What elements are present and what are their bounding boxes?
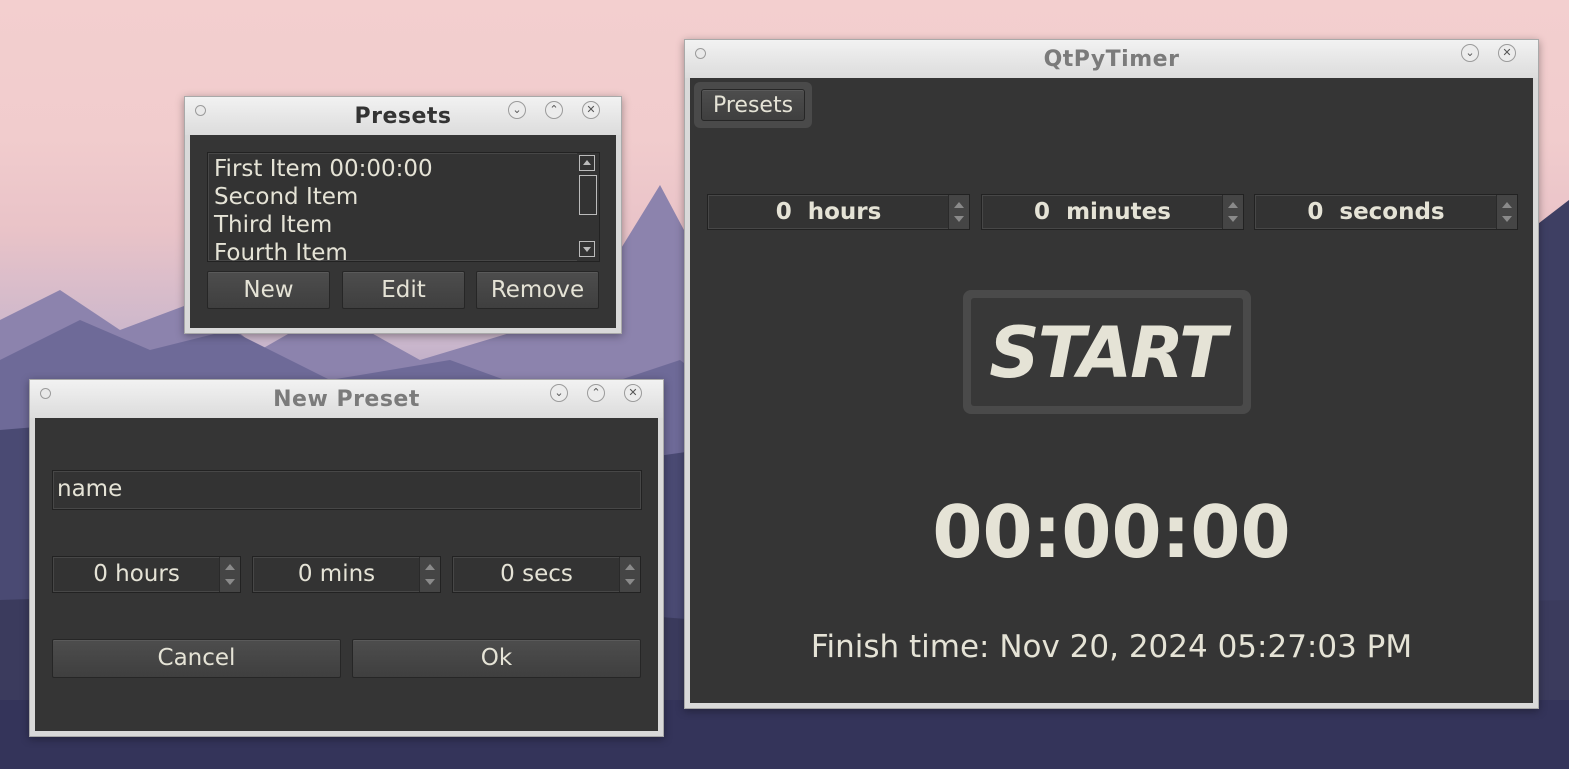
edit-button[interactable]: Edit: [342, 271, 465, 309]
timer-titlebar[interactable]: QtPyTimer ⌄ ✕: [685, 40, 1538, 78]
spin-up-icon[interactable]: [1228, 202, 1238, 208]
timer-window-title: QtPyTimer: [1043, 47, 1180, 72]
scroll-up-icon[interactable]: [579, 155, 595, 171]
maximize-icon[interactable]: ⌃: [587, 384, 605, 402]
hours-spinbox[interactable]: 0 hours: [52, 556, 241, 593]
countdown-display: 00:00:00: [932, 490, 1291, 574]
remove-button[interactable]: Remove: [476, 271, 599, 309]
spin-down-icon[interactable]: [625, 579, 635, 585]
name-input-value: name: [57, 476, 123, 502]
secs-spinbox-value: 0 secs: [500, 561, 573, 587]
new-preset-client: name 0 hours 0 mins 0 secs Cancel Ok: [35, 418, 658, 731]
minutes-spinbox[interactable]: 0 minutes: [981, 194, 1244, 230]
preset-list[interactable]: First Item 00:00:00 Second Item Third It…: [207, 152, 600, 262]
mins-spinbox[interactable]: 0 mins: [252, 556, 441, 593]
presets-button[interactable]: Presets: [701, 89, 805, 121]
seconds-spinbox-value: 0 seconds: [1255, 195, 1497, 229]
hours-number: 0: [775, 199, 792, 225]
list-item[interactable]: First Item 00:00:00: [214, 155, 433, 183]
seconds-suffix: seconds: [1339, 199, 1445, 225]
timer-client: Presets 0 hours 0 minutes 0 seconds STAR…: [690, 78, 1533, 703]
list-item[interactable]: Fourth Item: [214, 239, 348, 261]
minutes-number: 0: [1034, 199, 1051, 225]
secs-spinbox[interactable]: 0 secs: [452, 556, 641, 593]
close-icon[interactable]: ✕: [1498, 44, 1516, 62]
scroll-down-icon[interactable]: [579, 241, 595, 257]
spin-down-icon[interactable]: [954, 216, 964, 222]
new-preset-titlebar[interactable]: New Preset ⌄ ⌃ ✕: [30, 380, 663, 418]
spin-up-icon[interactable]: [225, 564, 235, 570]
ok-button[interactable]: Ok: [352, 639, 641, 678]
new-button[interactable]: New: [207, 271, 330, 309]
hours-suffix: hours: [807, 199, 882, 225]
spin-down-icon[interactable]: [1228, 216, 1238, 222]
finish-time-label: Finish time: Nov 20, 2024 05:27:03 PM: [810, 629, 1413, 665]
minutes-spinbox-value: 0 minutes: [982, 195, 1223, 229]
list-item[interactable]: Third Item: [214, 211, 332, 239]
spin-down-icon[interactable]: [425, 579, 435, 585]
close-icon[interactable]: ✕: [624, 384, 642, 402]
new-preset-window-title: New Preset: [273, 387, 420, 412]
presets-titlebar[interactable]: Presets ⌄ ⌃ ✕: [185, 97, 621, 135]
start-button-face: START: [971, 298, 1243, 406]
spin-up-icon[interactable]: [425, 564, 435, 570]
presets-client: First Item 00:00:00 Second Item Third It…: [190, 135, 616, 328]
start-button[interactable]: START: [963, 290, 1251, 414]
minutes-suffix: minutes: [1066, 199, 1171, 225]
maximize-icon[interactable]: ⌃: [545, 101, 563, 119]
presets-window: Presets ⌄ ⌃ ✕ First Item 00:00:00 Second…: [184, 96, 622, 334]
close-icon[interactable]: ✕: [582, 101, 600, 119]
new-preset-window: New Preset ⌄ ⌃ ✕ name 0 hours 0 mins 0 s…: [29, 379, 664, 737]
cancel-button[interactable]: Cancel: [52, 639, 341, 678]
timer-window: QtPyTimer ⌄ ✕ Presets 0 hours 0 minutes …: [684, 39, 1539, 709]
minimize-icon[interactable]: ⌄: [1461, 44, 1479, 62]
spin-up-icon[interactable]: [1502, 202, 1512, 208]
spin-down-icon[interactable]: [225, 579, 235, 585]
name-input[interactable]: name: [52, 470, 642, 510]
minimize-icon[interactable]: ⌄: [550, 384, 568, 402]
spin-down-icon[interactable]: [1502, 216, 1512, 222]
seconds-spinbox[interactable]: 0 seconds: [1254, 194, 1518, 230]
hours-spinbox-value: 0 hours: [93, 561, 180, 587]
spin-up-icon[interactable]: [625, 564, 635, 570]
mins-spinbox-value: 0 mins: [297, 561, 376, 587]
list-item[interactable]: Second Item: [214, 183, 358, 211]
spin-up-icon[interactable]: [954, 202, 964, 208]
list-scrollbar[interactable]: [577, 153, 599, 261]
seconds-number: 0: [1307, 199, 1324, 225]
hours-spinbox-value: 0 hours: [708, 195, 949, 229]
scroll-thumb[interactable]: [579, 175, 597, 215]
start-button-label: START: [989, 312, 1226, 394]
hours-spinbox[interactable]: 0 hours: [707, 194, 970, 230]
minimize-icon[interactable]: ⌄: [508, 101, 526, 119]
